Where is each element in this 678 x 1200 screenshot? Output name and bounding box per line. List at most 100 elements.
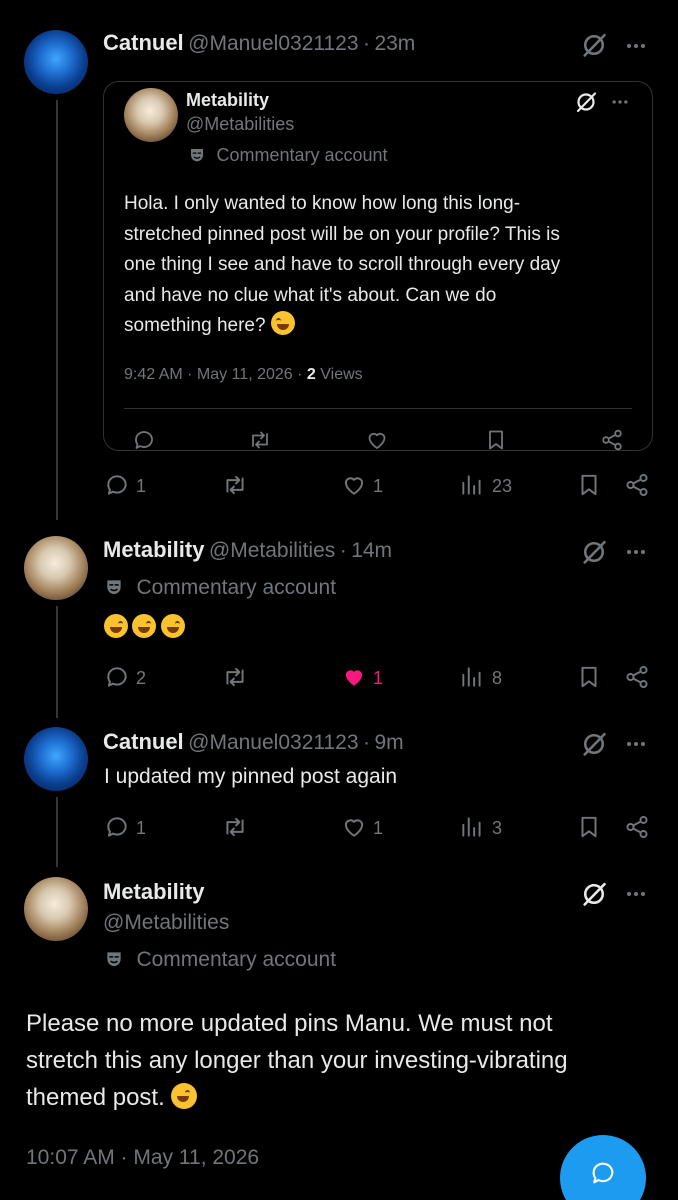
- mask-icon: [104, 949, 124, 969]
- badge-label: Commentary account: [136, 948, 337, 971]
- separator: ·: [339, 539, 347, 562]
- grok-icon[interactable]: [580, 730, 608, 758]
- more-icon[interactable]: [610, 92, 630, 112]
- view-count: 23: [492, 476, 513, 496]
- bookmark-icon[interactable]: [576, 472, 602, 498]
- reply-count: 1: [136, 818, 147, 838]
- views-icon[interactable]: [459, 472, 485, 498]
- mask-icon: [104, 577, 124, 597]
- text-line: stretch this any longer than your invest…: [26, 1047, 568, 1074]
- author-name[interactable]: Metability: [103, 537, 204, 562]
- text-line: Hola. I only wanted to know how long thi…: [124, 193, 521, 214]
- commentary-badge: Commentary account: [104, 576, 336, 600]
- text-line: and have no clue what it's about. Can we…: [124, 284, 497, 306]
- text-line: themed post.: [26, 1079, 666, 1116]
- badge-label: Commentary account: [216, 145, 388, 165]
- rofl-emoji: [104, 614, 128, 638]
- views-count: 2: [306, 366, 316, 383]
- share-icon[interactable]: [600, 428, 624, 452]
- avatar[interactable]: [24, 536, 88, 600]
- thread-line: [56, 797, 58, 867]
- separator: ·: [362, 32, 370, 55]
- avatar[interactable]: [24, 30, 88, 94]
- quote-text: Hola. I only wanted to know how long thi…: [124, 189, 644, 342]
- grok-icon[interactable]: [580, 880, 608, 908]
- thread-line: [56, 606, 58, 718]
- reply-icon[interactable]: [104, 472, 130, 498]
- divider: [124, 408, 632, 409]
- retweet-icon[interactable]: [222, 664, 248, 690]
- heart-icon[interactable]: [341, 814, 367, 840]
- text-line: one thing I see and have to scroll throu…: [124, 254, 561, 275]
- post-timestamp: 10:07 AM · May 11, 2026: [26, 1146, 260, 1169]
- retweet-icon[interactable]: [222, 814, 248, 840]
- retweet-icon[interactable]: [248, 428, 272, 452]
- reply-icon[interactable]: [104, 664, 130, 690]
- heart-icon[interactable]: [341, 472, 367, 498]
- share-icon[interactable]: [624, 814, 650, 840]
- author-handle: @Metabilities: [186, 114, 295, 134]
- views-icon[interactable]: [459, 814, 485, 840]
- bookmark-icon[interactable]: [576, 664, 602, 690]
- grok-icon[interactable]: [580, 538, 608, 566]
- author-name[interactable]: Catnuel: [103, 729, 184, 754]
- more-icon[interactable]: [624, 540, 648, 564]
- grok-icon[interactable]: [574, 90, 598, 114]
- badge-label: Commentary account: [136, 576, 337, 599]
- author-name: Metability: [186, 90, 270, 110]
- reply-count: 1: [136, 476, 147, 496]
- reply-icon[interactable]: [104, 814, 130, 840]
- avatar[interactable]: [24, 727, 88, 791]
- grok-icon[interactable]: [580, 31, 608, 59]
- grinning-face-emoji: [270, 311, 295, 335]
- text-line: something here?: [124, 311, 644, 342]
- more-icon[interactable]: [624, 732, 648, 756]
- share-icon[interactable]: [624, 472, 650, 498]
- quote-timestamp: 9:42 AM · May 11, 2026 · 2 Views: [124, 366, 363, 383]
- post-time[interactable]: 23m: [374, 32, 415, 55]
- text-line: stretched pinned post will be on your pr…: [124, 223, 560, 245]
- post-text: Please no more updated pins Manu. We mus…: [26, 1005, 666, 1116]
- heart-icon[interactable]: [365, 428, 389, 452]
- post-text: I updated my pinned post again: [104, 765, 398, 788]
- post-header: Catnuel @Manuel0321123 · 23m: [103, 30, 415, 56]
- view-count: 3: [492, 818, 503, 838]
- views-icon[interactable]: [459, 664, 485, 690]
- like-count: 1: [373, 476, 384, 496]
- text-line: Please no more updated pins Manu. We mus…: [26, 1010, 553, 1037]
- author-handle[interactable]: @Metabilities: [209, 539, 335, 562]
- like-count: 1: [373, 668, 384, 688]
- rofl-emoji: [160, 614, 185, 638]
- like-count: 1: [373, 818, 384, 838]
- reply-count: 2: [136, 668, 147, 688]
- author-handle[interactable]: @Metabilities: [103, 911, 229, 935]
- commentary-badge: Commentary account: [188, 145, 388, 166]
- more-icon[interactable]: [624, 882, 648, 906]
- commentary-badge: Commentary account: [104, 948, 336, 972]
- separator: ·: [362, 731, 370, 754]
- rofl-emoji: [171, 1083, 198, 1109]
- avatar[interactable]: [24, 877, 88, 941]
- views-label: Views: [320, 366, 363, 383]
- author-name[interactable]: Catnuel: [103, 30, 184, 55]
- thread-line: [56, 100, 58, 520]
- post-header: Metability @Metabilities · 14m: [103, 537, 392, 563]
- heart-filled-icon[interactable]: [341, 664, 367, 690]
- compose-reply-button[interactable]: [560, 1135, 646, 1200]
- author-name[interactable]: Metability: [103, 879, 229, 905]
- author-handle[interactable]: @Manuel0321123: [188, 32, 358, 55]
- view-count: 8: [492, 668, 503, 688]
- author-handle[interactable]: @Manuel0321123: [188, 731, 358, 754]
- post-time[interactable]: 14m: [351, 539, 392, 562]
- retweet-icon[interactable]: [222, 472, 248, 498]
- post-header: Metability @Metabilities: [103, 879, 229, 935]
- avatar: [124, 88, 178, 142]
- more-icon[interactable]: [624, 34, 648, 58]
- bookmark-icon[interactable]: [484, 428, 508, 452]
- rofl-emoji: [132, 614, 157, 638]
- quoted-post[interactable]: Metability @Metabilities Commentary acco…: [103, 81, 653, 451]
- post-time[interactable]: 9m: [374, 731, 403, 754]
- share-icon[interactable]: [624, 664, 650, 690]
- reply-icon[interactable]: [132, 428, 156, 452]
- bookmark-icon[interactable]: [576, 814, 602, 840]
